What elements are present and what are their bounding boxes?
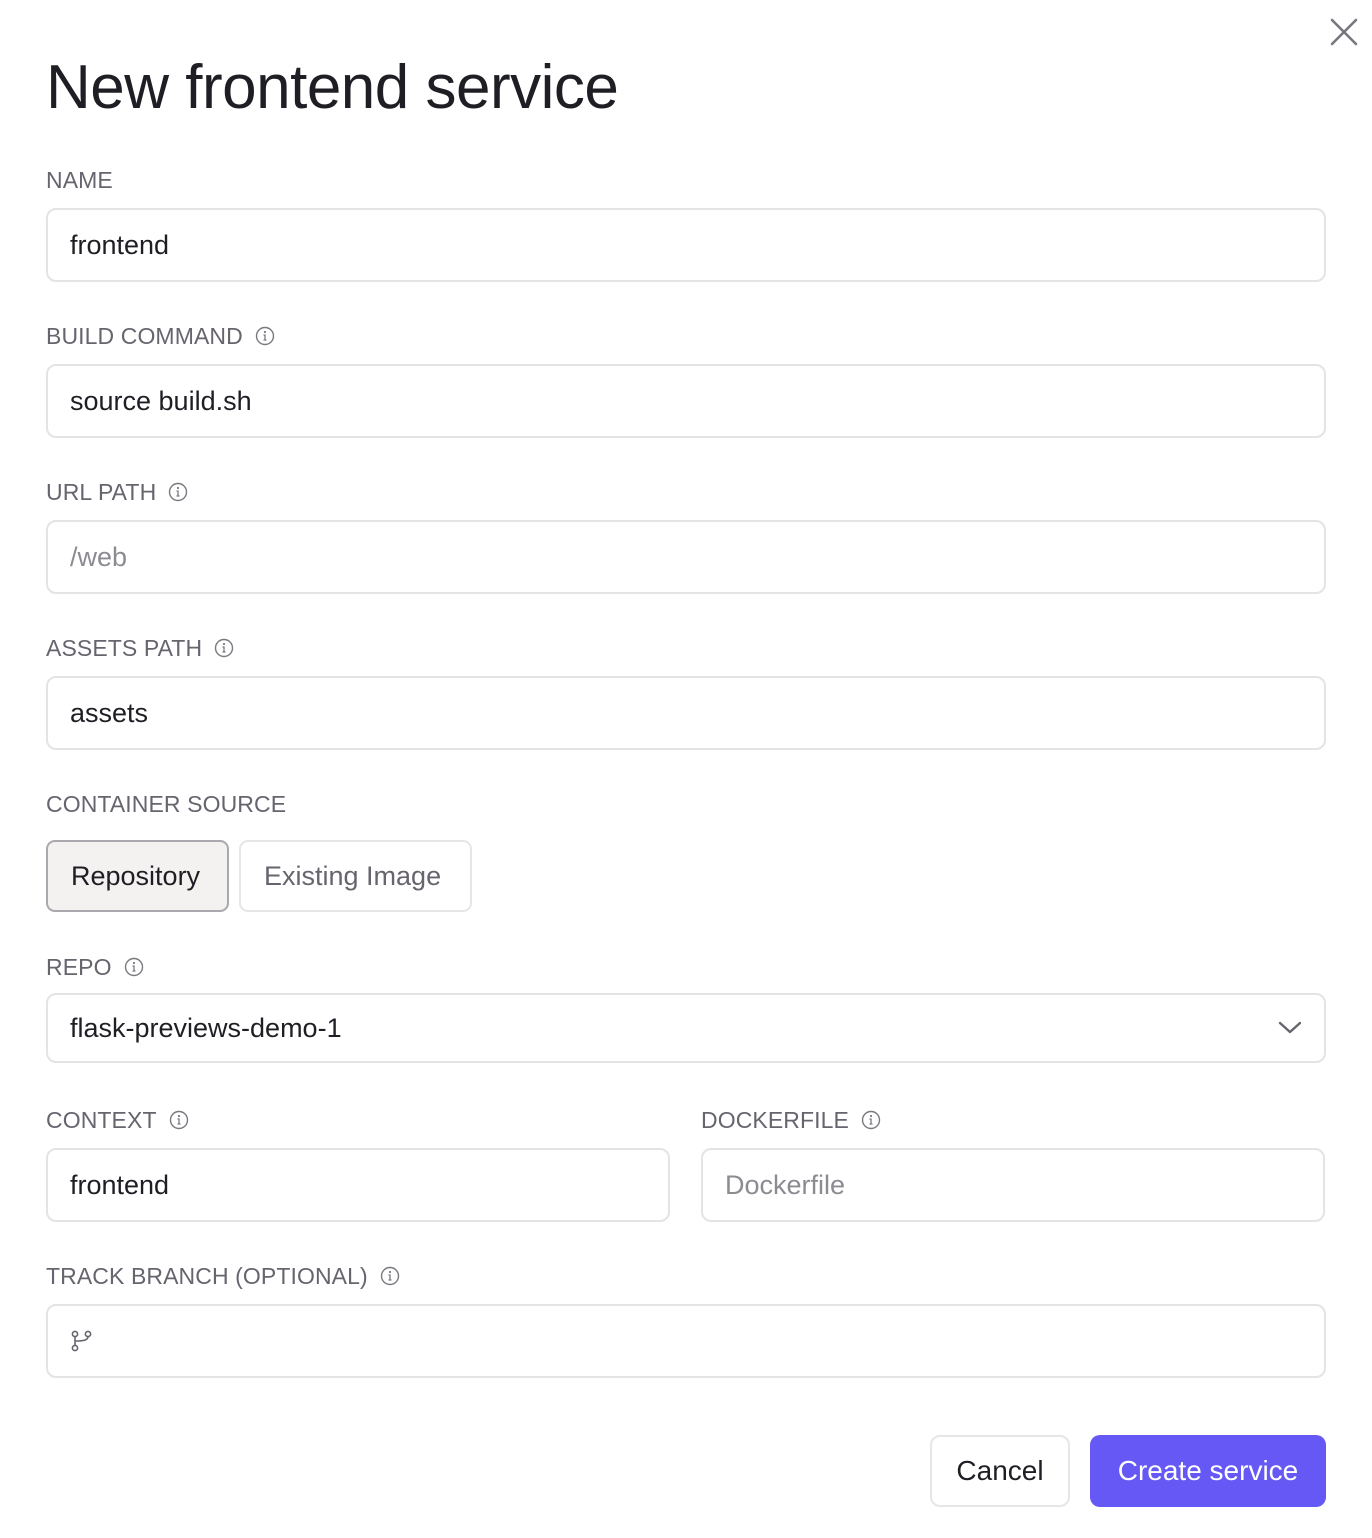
info-icon[interactable] xyxy=(169,1110,189,1130)
container-source-field: CONTAINER SOURCE Repository Existing Ima… xyxy=(46,790,1326,912)
context-input[interactable]: frontend xyxy=(46,1148,670,1222)
build-command-input[interactable]: source build.sh xyxy=(46,364,1326,438)
track-branch-field: TRACK BRANCH (OPTIONAL) xyxy=(46,1262,1326,1378)
cancel-button[interactable]: Cancel xyxy=(930,1435,1070,1507)
build-command-field: BUILD COMMAND source build.sh xyxy=(46,322,1326,438)
repo-field: REPO flask-previews-demo-1 xyxy=(46,953,1326,1063)
container-source-toggle: Repository Existing Image xyxy=(46,840,1326,912)
url-path-input[interactable]: /web xyxy=(46,520,1326,594)
dialog-title: New frontend service xyxy=(46,53,619,122)
context-label: CONTEXT xyxy=(46,1106,670,1134)
dockerfile-label: DOCKERFILE xyxy=(701,1106,1325,1134)
dockerfile-field: DOCKERFILE Dockerfile xyxy=(701,1106,1325,1222)
info-icon[interactable] xyxy=(255,326,275,346)
build-command-label: BUILD COMMAND xyxy=(46,322,1326,350)
repo-label: REPO xyxy=(46,953,1326,981)
container-source-label: CONTAINER SOURCE xyxy=(46,790,287,817)
name-input[interactable]: frontend xyxy=(46,208,1326,282)
dockerfile-placeholder: Dockerfile xyxy=(725,1169,846,1200)
close-button[interactable] xyxy=(1326,14,1362,50)
name-field: NAME frontend xyxy=(46,166,1326,282)
chevron-down-icon xyxy=(1278,1021,1302,1034)
git-branch-icon xyxy=(71,1330,92,1352)
info-icon[interactable] xyxy=(214,638,234,658)
existing-image-option[interactable]: Existing Image xyxy=(239,840,472,912)
url-path-placeholder: /web xyxy=(70,541,128,572)
info-icon[interactable] xyxy=(861,1110,881,1130)
name-label: NAME xyxy=(46,166,113,193)
assets-path-field: ASSETS PATH assets xyxy=(46,634,1326,750)
url-path-field: URL PATH /web xyxy=(46,478,1326,594)
info-icon[interactable] xyxy=(124,957,144,977)
url-path-label: URL PATH xyxy=(46,478,1326,506)
dockerfile-input[interactable]: Dockerfile xyxy=(701,1148,1325,1222)
info-icon[interactable] xyxy=(168,482,188,502)
assets-path-label: ASSETS PATH xyxy=(46,634,1326,662)
info-icon[interactable] xyxy=(380,1266,400,1286)
assets-path-input[interactable]: assets xyxy=(46,676,1326,750)
new-service-dialog: New frontend service NAME frontend BUILD… xyxy=(0,0,1372,1538)
create-service-button[interactable]: Create service xyxy=(1090,1435,1326,1507)
track-branch-input[interactable] xyxy=(46,1304,1326,1378)
track-branch-label: TRACK BRANCH (OPTIONAL) xyxy=(46,1262,1326,1290)
repo-select[interactable]: flask-previews-demo-1 xyxy=(46,993,1326,1063)
context-field: CONTEXT frontend xyxy=(46,1106,670,1222)
close-icon xyxy=(1330,18,1358,46)
repository-option[interactable]: Repository xyxy=(46,840,229,912)
